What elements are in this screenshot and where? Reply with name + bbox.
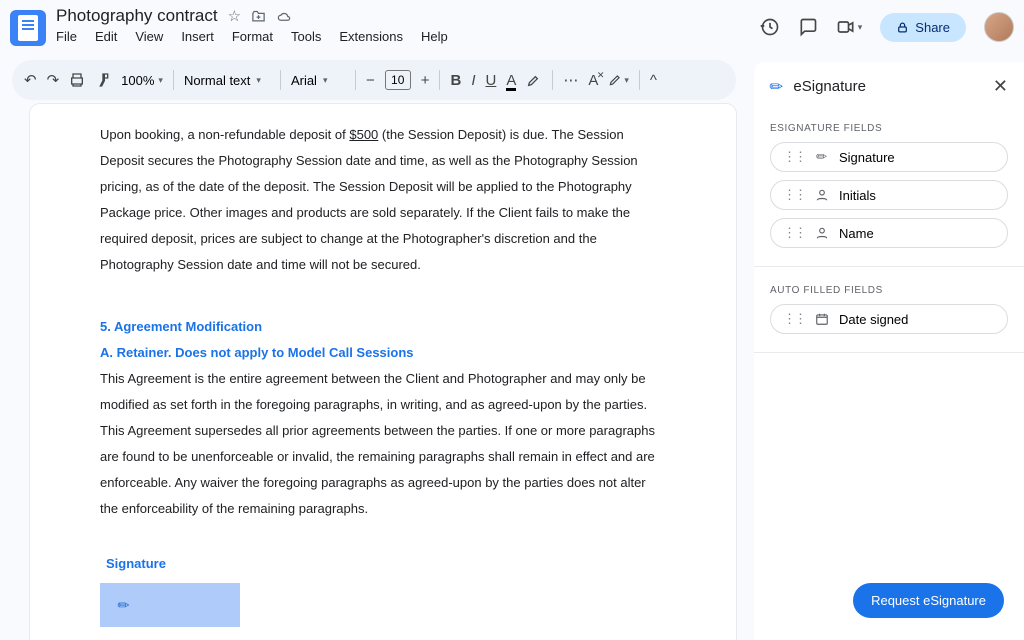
menu-bar: File Edit View Insert Format Tools Exten… (56, 29, 448, 44)
signature-field[interactable]: ✎ (100, 583, 240, 627)
pen-icon: ✎ (811, 146, 832, 167)
esignature-sidebar: ✎ eSignature ✕ ESIGNATURE FIELDS ⋮⋮ ✎ Si… (754, 62, 1024, 640)
meet-icon[interactable]: ▾ (836, 17, 863, 37)
menu-insert[interactable]: Insert (181, 29, 214, 44)
menu-format[interactable]: Format (232, 29, 273, 44)
share-button[interactable]: Share (880, 13, 966, 42)
name-icon (815, 226, 829, 240)
share-label: Share (915, 20, 950, 35)
star-icon[interactable]: ☆ (228, 7, 241, 25)
menu-edit[interactable]: Edit (95, 29, 117, 44)
field-signature[interactable]: ⋮⋮ ✎ Signature (770, 142, 1008, 172)
calendar-icon (815, 312, 829, 326)
paragraph-agreement[interactable]: This Agreement is the entire agreement b… (100, 366, 656, 522)
grip-icon: ⋮⋮ (783, 149, 805, 165)
page: Upon booking, a non-refundable deposit o… (30, 104, 736, 640)
document-title[interactable]: Photography contract (56, 6, 218, 26)
section-auto-filled: AUTO FILLED FIELDS (770, 285, 1008, 296)
docs-logo[interactable] (10, 10, 46, 46)
menu-view[interactable]: View (135, 29, 163, 44)
document-canvas: Upon booking, a non-refundable deposit o… (0, 56, 754, 640)
initials-icon (815, 188, 829, 202)
sidebar-title: eSignature (793, 78, 866, 95)
request-esignature-button[interactable]: Request eSignature (853, 583, 1004, 618)
app-header: Photography contract ☆ File Edit View In… (0, 0, 1024, 56)
grip-icon: ⋮⋮ (783, 311, 805, 327)
comment-icon[interactable] (798, 17, 818, 37)
section-esignature-fields: ESIGNATURE FIELDS (770, 123, 1008, 134)
paragraph-deposit[interactable]: Upon booking, a non-refundable deposit o… (100, 122, 656, 278)
move-icon[interactable] (251, 9, 266, 24)
history-icon[interactable] (760, 17, 780, 37)
signature-label[interactable]: Signature (106, 556, 656, 571)
heading-5[interactable]: 5. Agreement Modification (100, 314, 656, 340)
menu-tools[interactable]: Tools (291, 29, 321, 44)
field-date-signed[interactable]: ⋮⋮ Date signed (770, 304, 1008, 334)
menu-file[interactable]: File (56, 29, 77, 44)
pen-icon: ✎ (765, 75, 789, 99)
menu-extensions[interactable]: Extensions (339, 29, 403, 44)
grip-icon: ⋮⋮ (783, 187, 805, 203)
field-initials[interactable]: ⋮⋮ Initials (770, 180, 1008, 210)
field-name[interactable]: ⋮⋮ Name (770, 218, 1008, 248)
avatar[interactable] (984, 12, 1014, 42)
menu-help[interactable]: Help (421, 29, 448, 44)
heading-6[interactable]: A. Retainer. Does not apply to Model Cal… (100, 340, 656, 366)
grip-icon: ⋮⋮ (783, 225, 805, 241)
close-icon[interactable]: ✕ (993, 76, 1008, 97)
pen-icon: ✎ (114, 595, 134, 615)
cloud-status-icon[interactable] (276, 9, 292, 24)
